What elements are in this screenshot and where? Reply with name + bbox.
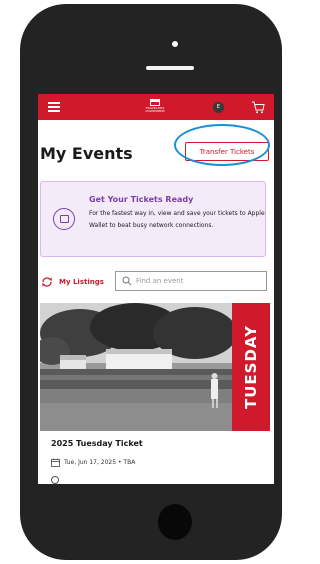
promo-body: For the fastest way in, view and save yo… — [89, 210, 265, 229]
refresh-arrows-icon — [42, 277, 52, 287]
day-banner: TUESDAY — [232, 303, 270, 431]
event-title[interactable]: 2025 Tuesday Ticket — [51, 439, 143, 448]
wallet-pass-icon — [53, 208, 75, 230]
location-icon — [51, 476, 59, 484]
day-banner-text: TUESDAY — [242, 325, 260, 409]
travelers-championship-logo[interactable]: TRAVELERS CHAMPIONSHIP — [139, 99, 171, 116]
hamburger-menu-icon[interactable] — [48, 102, 60, 112]
event-photo[interactable] — [40, 303, 240, 431]
my-listings-label: My Listings — [59, 278, 104, 286]
shopping-cart-icon[interactable] — [251, 101, 265, 114]
front-camera — [172, 41, 178, 47]
event-search-box[interactable] — [115, 271, 267, 291]
account-avatar[interactable]: E — [213, 102, 224, 113]
earpiece-speaker — [146, 66, 194, 70]
event-date-row: Tue, Jun 17, 2025 • TBA — [51, 458, 135, 467]
apple-wallet-promo-card: Get Your Tickets Ready For the fastest w… — [40, 181, 266, 257]
top-nav-bar: TRAVELERS CHAMPIONSHIP E — [38, 94, 274, 120]
logo-line2: CHAMPIONSHIP — [145, 110, 165, 113]
search-input[interactable] — [136, 273, 261, 289]
home-button[interactable] — [158, 504, 192, 540]
calendar-icon — [51, 458, 60, 467]
page-title: My Events — [40, 144, 133, 163]
promo-title: Get Your Tickets Ready — [89, 195, 194, 204]
highlight-annotation — [174, 124, 270, 166]
app-screen: TRAVELERS CHAMPIONSHIP E My Events Trans… — [38, 94, 274, 484]
event-date-text: Tue, Jun 17, 2025 • TBA — [64, 459, 136, 466]
search-icon — [122, 276, 132, 286]
